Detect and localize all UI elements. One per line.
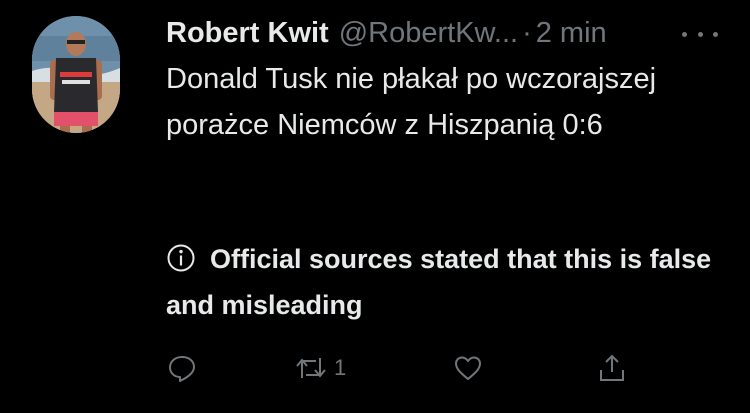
tweet[interactable]: Robert Kwit @RobertKw... · 2 min Donald … <box>0 0 750 413</box>
misleading-warning[interactable]: Official sources stated that this is fal… <box>166 236 726 328</box>
display-name[interactable]: Robert Kwit <box>166 14 329 52</box>
share-icon <box>600 354 624 381</box>
avatar[interactable] <box>32 16 120 133</box>
info-icon <box>167 244 195 272</box>
user-handle[interactable]: @RobertKw... <box>339 14 518 52</box>
separator-dot: · <box>522 17 532 49</box>
heart-icon <box>455 356 481 380</box>
avatar-photo <box>32 16 120 133</box>
tweet-header: Robert Kwit @RobertKw... · 2 min <box>166 14 607 52</box>
more-options-icon[interactable] <box>682 22 718 46</box>
like-button[interactable] <box>452 350 484 386</box>
tweet-text: Donald Tusk nie płakał po wczorajszej po… <box>166 63 657 141</box>
more-dot <box>697 31 703 37</box>
more-dot <box>682 31 687 37</box>
warning-text: Official sources stated that this is fal… <box>166 244 712 320</box>
action-bar: 1 <box>166 350 636 386</box>
share-button[interactable] <box>596 350 628 386</box>
retweet-button[interactable]: 1 <box>294 350 346 386</box>
retweet-icon <box>296 358 326 378</box>
reply-button[interactable] <box>166 350 198 386</box>
timestamp[interactable]: 2 min <box>536 14 607 52</box>
more-dot <box>713 31 718 37</box>
retweet-count: 1 <box>334 355 347 380</box>
reply-icon <box>169 356 195 382</box>
